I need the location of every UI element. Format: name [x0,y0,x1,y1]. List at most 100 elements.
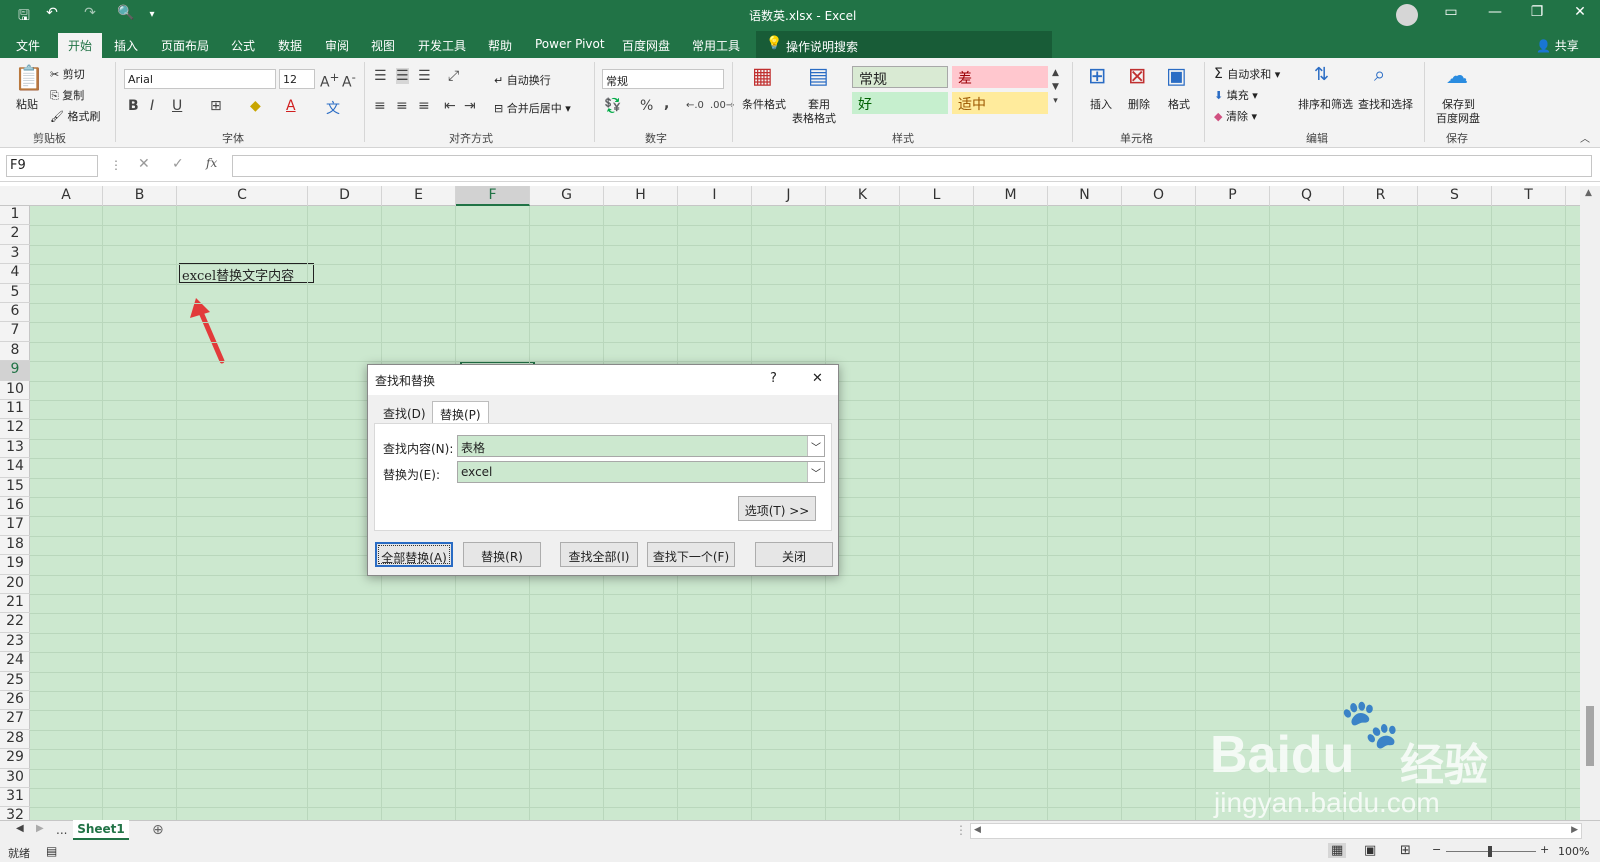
find-what-input[interactable]: 表格 ﹀ [457,435,825,457]
row-header[interactable]: 13 [0,439,30,459]
tab-view[interactable]: 视图 [371,37,395,54]
zoom-level[interactable]: 100% [1558,845,1589,858]
column-header[interactable]: I [678,186,752,206]
zoom-out-icon[interactable]: − [1432,843,1441,856]
page-break-view-icon[interactable]: ⊞ [1400,843,1411,858]
close-dialog-button[interactable]: 关闭 [755,542,833,567]
find-select-icon[interactable]: ⌕ [1374,62,1385,86]
tab-page-layout[interactable]: 页面布局 [161,37,209,54]
dialog-help-button[interactable]: ? [770,371,777,386]
name-box[interactable]: F9 [6,155,98,177]
tab-baidu-netdisk[interactable]: 百度网盘 [622,37,670,54]
wrap-text-button[interactable]: ↵ 自动换行 [494,72,551,88]
column-header[interactable]: L [900,186,974,206]
account-avatar[interactable] [1396,4,1418,26]
row-header[interactable]: 9 [0,361,30,381]
row-header[interactable]: 32 [0,807,30,820]
tab-replace[interactable]: 替换(P) [432,401,489,423]
format-cells-label[interactable]: 格式 [1168,96,1190,112]
options-button[interactable]: 选项(T) >> [738,496,816,521]
row-header[interactable]: 5 [0,284,30,303]
row-header[interactable]: 2 [0,225,30,245]
collapse-ribbon-icon[interactable]: ︿ [1580,130,1590,145]
cell-c4[interactable]: excel替换文字内容 [179,263,314,284]
print-preview-icon[interactable]: 🔍 [116,5,136,21]
row-header[interactable]: 6 [0,303,30,323]
page-layout-view-icon[interactable]: ▣ [1364,843,1376,858]
style-neutral[interactable]: 适中 [952,92,1048,114]
percent-button[interactable]: % [640,98,653,114]
row-header[interactable]: 4 [0,264,30,284]
minimize-icon[interactable]: — [1480,4,1510,20]
tab-developer[interactable]: 开发工具 [418,37,466,54]
font-size-combo[interactable]: 12 [279,69,315,89]
vertical-scrollbar[interactable]: ▲ [1580,186,1600,820]
more-sheets-button[interactable]: ... [56,823,67,837]
italic-button[interactable]: I [150,98,154,114]
column-header[interactable]: E [382,186,456,206]
zoom-in-icon[interactable]: + [1540,843,1549,856]
horizontal-scrollbar[interactable]: ◀ ▶ [970,823,1582,839]
dialog-close-icon[interactable]: ✕ [812,371,823,386]
row-header[interactable]: 12 [0,419,30,439]
number-format-combo[interactable]: 常规 [602,69,724,89]
scroll-up-icon[interactable]: ▲ [1585,188,1592,198]
row-header[interactable]: 18 [0,536,30,556]
tab-find[interactable]: 查找(D) [376,401,433,423]
increase-font-icon[interactable]: A+ [320,70,339,91]
row-header[interactable]: 24 [0,652,30,672]
row-header[interactable]: 3 [0,245,30,265]
decrease-font-icon[interactable]: A- [342,70,356,91]
row-header[interactable]: 22 [0,613,30,633]
row-header[interactable]: 21 [0,594,30,614]
conditional-format-icon[interactable]: ▦ [752,64,773,89]
delete-cells-label[interactable]: 删除 [1128,96,1150,112]
column-header[interactable]: R [1344,186,1418,206]
column-header[interactable]: Q [1270,186,1344,206]
column-header[interactable]: C [177,186,308,206]
column-header[interactable]: J [752,186,826,206]
column-header[interactable]: T [1492,186,1566,206]
column-header[interactable]: H [604,186,678,206]
style-bad[interactable]: 差 [952,66,1048,88]
font-name-combo[interactable]: Arial [124,69,276,89]
sort-filter-label[interactable]: 排序和筛选 [1298,96,1353,112]
redo-icon[interactable]: ↷ [80,5,100,21]
decrease-indent-icon[interactable]: ⇤ [444,98,456,114]
tab-file[interactable]: 文件 [16,37,40,54]
scroll-right-icon[interactable]: ▶ [1571,825,1578,835]
chevron-down-icon[interactable]: ﹀ [807,462,824,482]
share-button[interactable]: 👤 共享 [1536,37,1579,54]
insert-cells-label[interactable]: 插入 [1090,96,1112,112]
prev-sheet-icon[interactable]: ◀ [16,823,24,834]
tell-me-search[interactable]: 💡 操作说明搜索 [756,31,1052,58]
find-next-button[interactable]: 查找下一个(F) [647,542,735,567]
conditional-format-label[interactable]: 条件格式 [742,96,786,112]
row-header[interactable]: 27 [0,710,30,730]
tab-home[interactable]: 开始 [58,33,103,58]
tab-common-tools[interactable]: 常用工具 [692,37,740,54]
autosum-button[interactable]: Σ 自动求和 ▾ [1214,66,1280,82]
format-as-table-label-2[interactable]: 表格格式 [792,110,836,126]
row-header[interactable]: 19 [0,555,30,575]
column-header[interactable]: P [1196,186,1270,206]
underline-button[interactable]: U [172,98,182,114]
tab-formulas[interactable]: 公式 [231,37,255,54]
row-header[interactable]: 1 [0,206,30,226]
row-header[interactable]: 31 [0,788,30,808]
sheet-tab-sheet1[interactable]: Sheet1 [73,820,129,840]
close-window-icon[interactable]: ✕ [1565,4,1595,20]
column-header[interactable]: S [1418,186,1492,206]
row-header[interactable]: 29 [0,749,30,769]
row-header[interactable]: 23 [0,633,30,653]
insert-cells-icon[interactable]: ⊞ [1088,64,1106,89]
borders-icon[interactable]: ⊞ [210,98,222,114]
paste-icon[interactable]: 📋 [14,64,44,92]
align-left-icon[interactable]: ≡ [374,98,386,114]
increase-indent-icon[interactable]: ⇥ [464,98,476,114]
row-header[interactable]: 10 [0,381,30,400]
currency-icon[interactable]: 💱 [604,98,621,114]
orientation-icon[interactable]: ⤢ [448,68,459,84]
customize-qat-icon[interactable]: ▾ [142,9,162,20]
row-header[interactable]: 26 [0,691,30,711]
